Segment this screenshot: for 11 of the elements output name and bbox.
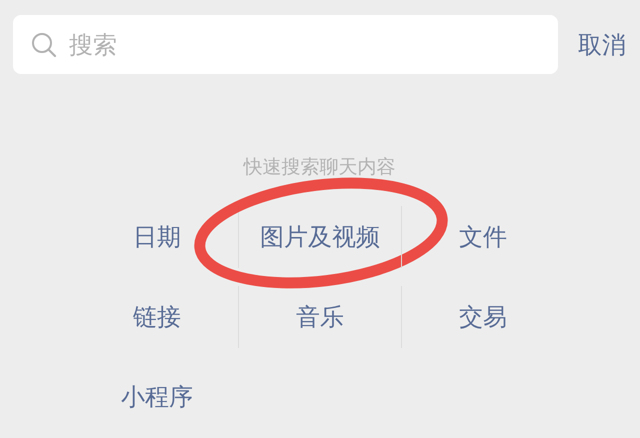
cancel-button[interactable]: 取消: [578, 28, 626, 60]
category-link[interactable]: 小程序: [121, 381, 193, 413]
search-icon: [31, 32, 57, 58]
category-link[interactable]: 文件: [459, 221, 507, 253]
search-field[interactable]: 搜索: [13, 15, 558, 74]
category-link[interactable]: 音乐: [296, 301, 344, 333]
category-link[interactable]: 链接: [133, 301, 181, 333]
category-link[interactable]: 交易: [459, 301, 507, 333]
hint-text: 快速搜索聊天内容: [242, 155, 396, 180]
category-link[interactable]: 日期: [133, 221, 181, 253]
category-link[interactable]: 图片及视频: [260, 221, 380, 253]
